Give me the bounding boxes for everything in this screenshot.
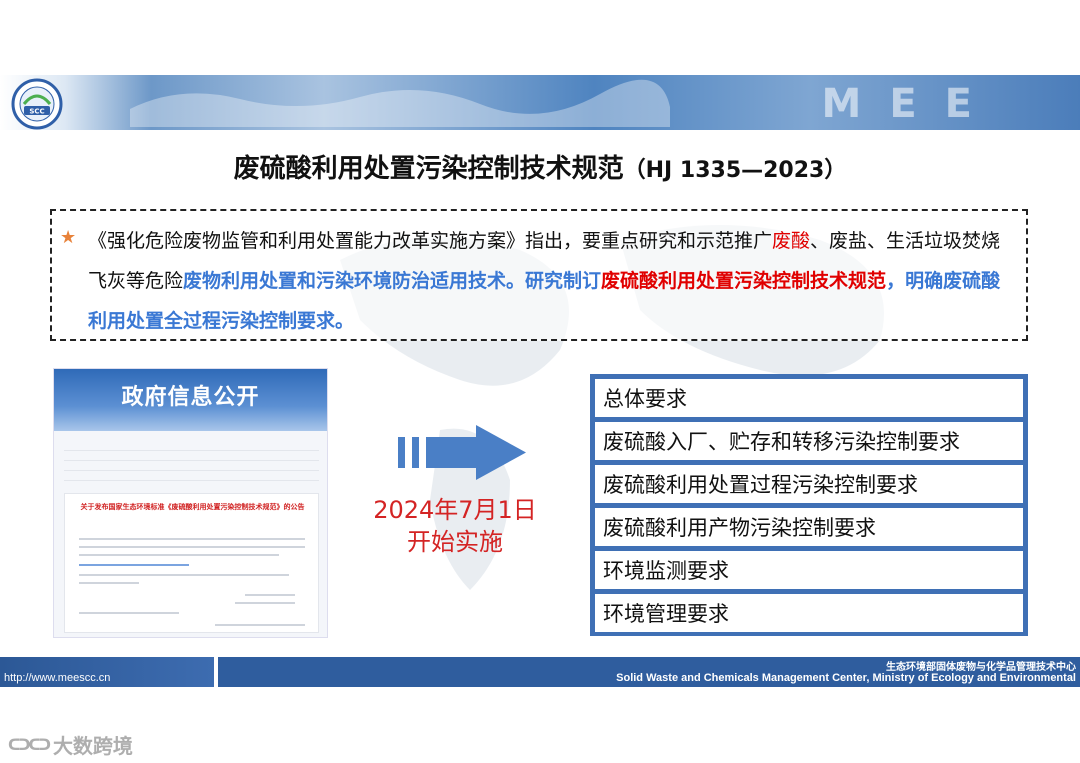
doc-text-line bbox=[79, 538, 305, 540]
watermark: ᑕᑐᑕᑐ 大数跨境 bbox=[8, 730, 133, 759]
notice-seg4: 废物利用处置和污染环境防治适用技术。 bbox=[183, 270, 526, 292]
list-item: 环境监测要求 bbox=[595, 551, 1023, 589]
center-name-cn: 生态环境部固体废物与化学品管理技术中心 bbox=[886, 662, 1076, 673]
watermark-logo-icon: ᑕᑐᑕᑐ bbox=[8, 735, 51, 754]
website-link[interactable]: http://www.meescc.cn bbox=[4, 672, 110, 684]
doc-meta-row bbox=[64, 441, 319, 451]
right-arrow-icon bbox=[398, 425, 526, 480]
list-item: 总体要求 bbox=[595, 379, 1023, 417]
notice-seg2: 废酸 bbox=[772, 230, 811, 252]
notice-text: 《强化危险废物监管和利用处置能力改革实施方案》指出，要重点研究和示范推广废酸、废… bbox=[88, 221, 1018, 341]
title-main: 废硫酸利用处置污染控制技术规范 bbox=[233, 154, 624, 184]
doc-meta-row bbox=[64, 471, 319, 481]
effective-date: 2024年7月1日 开始实施 bbox=[360, 494, 550, 558]
doc-meta-row bbox=[64, 451, 319, 461]
list-item: 废硫酸利用处置过程污染控制要求 bbox=[595, 465, 1023, 503]
doc-text-line bbox=[215, 624, 305, 626]
title-code: （HJ 1335—2023） bbox=[623, 158, 847, 183]
notice-seg1: 《强化危险废物监管和利用处置能力改革实施方案》指出，要重点研究和示范推广 bbox=[88, 230, 773, 252]
star-icon: ★ bbox=[60, 227, 77, 248]
notice-seg6: 废硫酸利用处置污染控制技术规范 bbox=[601, 270, 887, 292]
doc-text-line bbox=[235, 602, 295, 604]
page-title: 废硫酸利用处置污染控制技术规范（HJ 1335—2023） bbox=[0, 148, 1080, 185]
doc-header: 政府信息公开 bbox=[54, 369, 327, 431]
footer-divider bbox=[214, 657, 218, 687]
doc-text-line bbox=[245, 594, 295, 596]
logo-text: SCC bbox=[29, 108, 44, 116]
notice-box: ★ 《强化危险废物监管和利用处置能力改革实施方案》指出，要重点研究和示范推广废酸… bbox=[50, 209, 1028, 341]
banner-mee-text: MEE bbox=[821, 81, 1000, 127]
list-item: 废硫酸入厂、贮存和转移污染控制要求 bbox=[595, 422, 1023, 460]
doc-meta-table bbox=[64, 441, 319, 481]
effective-date-line2: 开始实施 bbox=[407, 528, 503, 556]
list-item: 环境管理要求 bbox=[595, 594, 1023, 632]
doc-panel-title: 关于发布国家生态环境标准《废硫酸利用处置污染控制技术规范》的公告 bbox=[80, 503, 305, 511]
doc-header-title: 政府信息公开 bbox=[121, 385, 260, 410]
footer-bar: http://www.meescc.cn 生态环境部固体废物与化学品管理技术中心… bbox=[0, 657, 1080, 687]
center-name-en: Solid Waste and Chemicals Management Cen… bbox=[616, 672, 1076, 684]
notice-seg5: 研究制订 bbox=[525, 270, 602, 292]
watermark-text: 大数跨境 bbox=[52, 734, 133, 758]
doc-meta-row bbox=[64, 461, 319, 471]
effective-date-line1: 2024年7月1日 bbox=[373, 496, 537, 524]
doc-text-line bbox=[79, 612, 179, 614]
doc-panel: 关于发布国家生态环境标准《废硫酸利用处置污染控制技术规范》的公告 bbox=[64, 493, 319, 633]
requirements-list: 总体要求 废硫酸入厂、贮存和转移污染控制要求 废硫酸利用处置过程污染控制要求 废… bbox=[590, 374, 1028, 636]
banner-map-graphic bbox=[130, 79, 670, 127]
doc-text-line bbox=[79, 574, 289, 576]
doc-text-line bbox=[79, 554, 279, 556]
list-item: 废硫酸利用产物污染控制要求 bbox=[595, 508, 1023, 546]
doc-text-line bbox=[79, 546, 305, 548]
doc-text-line bbox=[79, 564, 189, 566]
government-notice-image: 政府信息公开 关于发布国家生态环境标准《废硫酸利用处置污染控制技术规范》的公告 bbox=[53, 368, 328, 638]
scc-logo: SCC bbox=[11, 78, 63, 130]
top-banner: MEE bbox=[0, 75, 1080, 130]
doc-text-line bbox=[79, 582, 139, 584]
